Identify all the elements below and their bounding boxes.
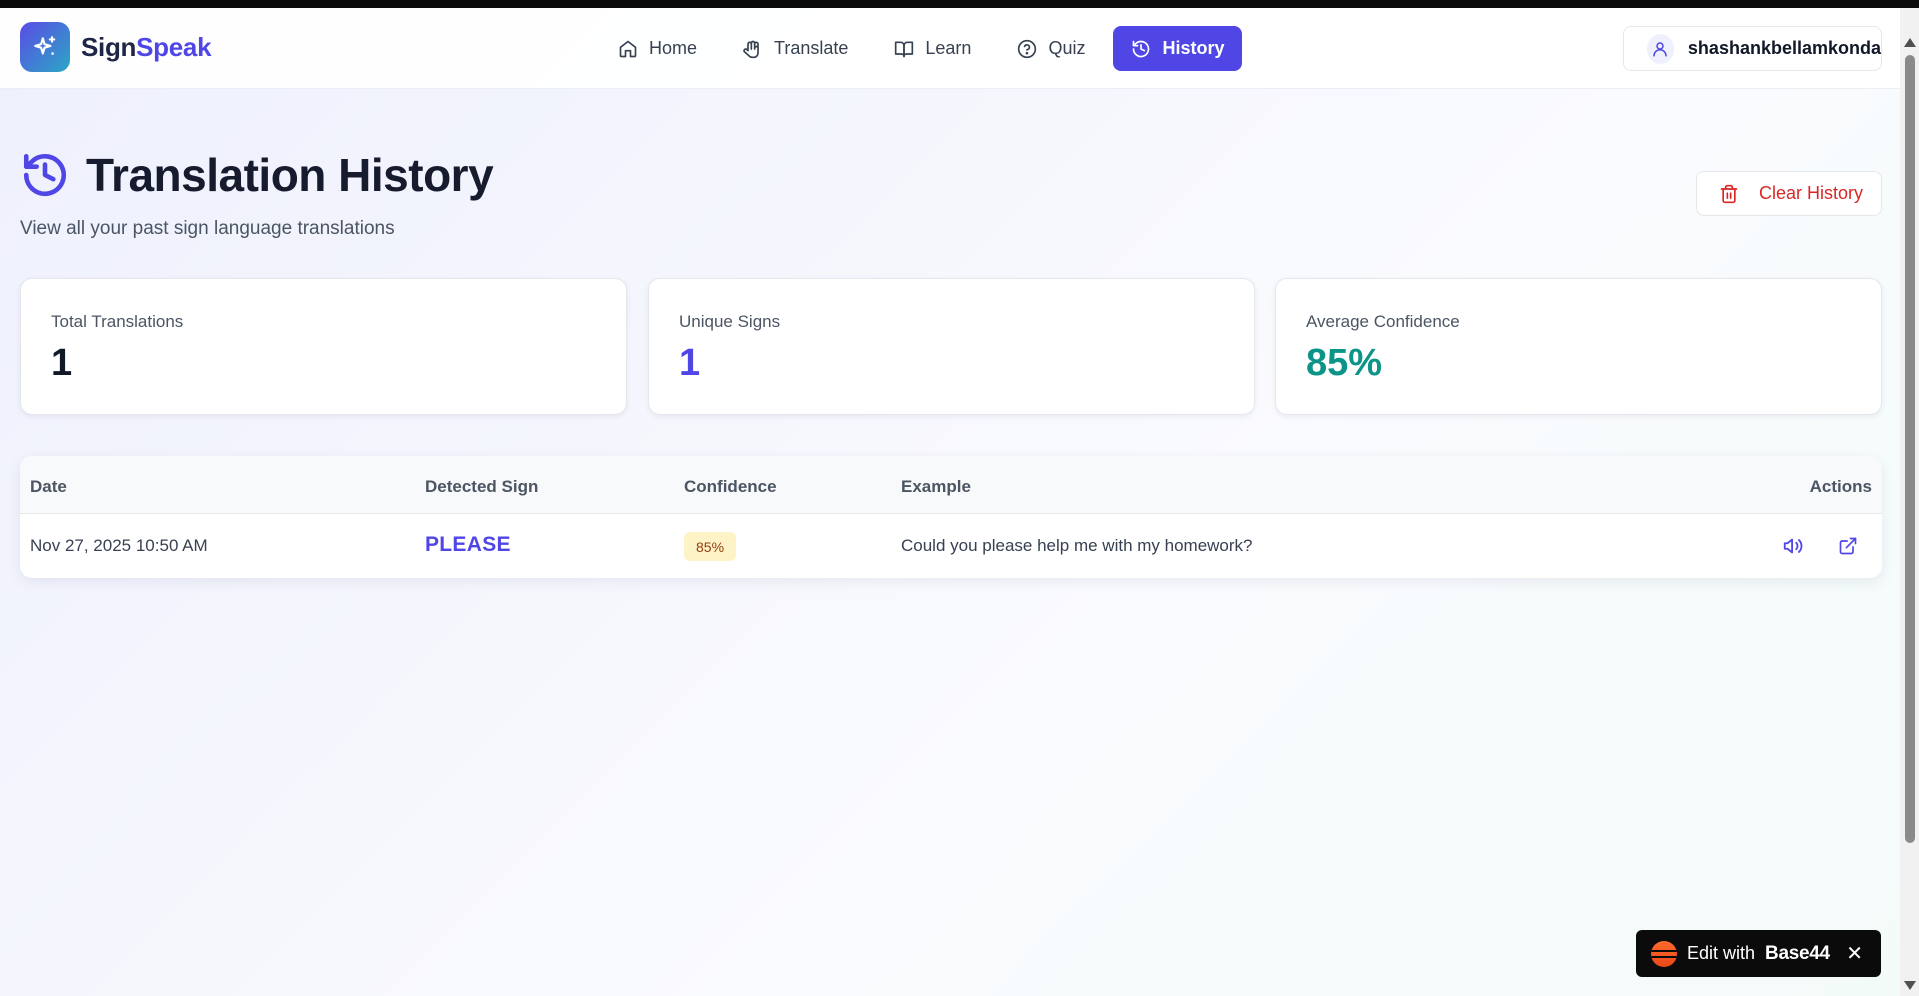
edit-brand-label: Base44 xyxy=(1765,942,1830,964)
stat-value: 1 xyxy=(679,342,701,384)
history-table: Date Detected Sign Confidence Example Ac… xyxy=(20,456,1882,578)
main-nav: Home Translate Learn Quiz History xyxy=(600,26,1243,71)
hand-icon xyxy=(743,40,759,58)
row-example: Could you please help me with my homewor… xyxy=(901,536,1253,555)
row-date: Nov 27, 2025 10:50 AM xyxy=(30,536,208,555)
clear-history-button[interactable]: Clear History xyxy=(1696,171,1882,216)
help-circle-icon xyxy=(1018,39,1037,58)
book-icon xyxy=(895,41,914,57)
edit-with-base44-widget[interactable]: Edit with Base44 ✕ xyxy=(1636,930,1881,977)
table-row: Nov 27, 2025 10:50 AM PLEASE 85% Could y… xyxy=(20,514,1882,578)
home-icon xyxy=(619,40,637,57)
browser-top-strip xyxy=(0,0,1919,8)
history-icon xyxy=(1133,40,1150,57)
nav-quiz[interactable]: Quiz xyxy=(999,26,1103,71)
column-header-confidence: Confidence xyxy=(684,477,777,496)
edit-with-label: Edit with xyxy=(1687,943,1756,963)
nav-translate-label: Translate xyxy=(774,38,849,58)
nav-history-label: History xyxy=(1162,38,1225,58)
stat-label: Total Translations xyxy=(51,312,184,331)
user-name: shashankbellamkonda xyxy=(1687,38,1881,58)
column-header-sign: Detected Sign xyxy=(425,477,539,496)
stat-label: Unique Signs xyxy=(679,312,781,331)
speaker-icon[interactable] xyxy=(1781,534,1805,558)
table-header: Date Detected Sign Confidence Example Ac… xyxy=(20,456,1882,514)
nav-home[interactable]: Home xyxy=(600,26,715,71)
stat-label: Average Confidence xyxy=(1306,312,1460,331)
base44-logo-icon xyxy=(1651,940,1677,967)
close-icon[interactable]: ✕ xyxy=(1846,941,1863,966)
top-navbar: SignSpeak Home Translate Learn Quiz Hist… xyxy=(0,8,1900,89)
nav-learn[interactable]: Learn xyxy=(876,26,989,71)
stat-value: 1 xyxy=(51,342,73,384)
vertical-scrollbar[interactable] xyxy=(1900,8,1919,996)
user-menu-button[interactable]: shashankbellamkonda xyxy=(1623,26,1882,71)
scroll-up-arrow-icon[interactable] xyxy=(1904,38,1916,47)
stat-card-unique-signs: Unique Signs 1 xyxy=(648,278,1255,415)
page-subtitle: View all your past sign language transla… xyxy=(20,218,395,239)
history-icon xyxy=(23,153,67,197)
page-viewport: SignSpeak Home Translate Learn Quiz Hist… xyxy=(0,8,1900,996)
column-header-actions: Actions xyxy=(1809,477,1872,496)
column-header-date: Date xyxy=(30,477,67,496)
nav-home-label: Home xyxy=(649,38,698,58)
brand-logo[interactable]: SignSpeak xyxy=(20,22,212,72)
sparkles-icon xyxy=(20,22,70,72)
column-header-example: Example xyxy=(901,477,971,496)
page-heading: Translation History View all your past s… xyxy=(20,148,494,240)
nav-quiz-label: Quiz xyxy=(1048,38,1086,58)
clear-history-label: Clear History xyxy=(1759,183,1864,203)
external-link-icon[interactable] xyxy=(1836,534,1860,558)
page-title: Translation History xyxy=(86,149,494,201)
user-icon xyxy=(1647,33,1674,64)
brand-name: SignSpeak xyxy=(81,31,212,62)
row-detected-sign: PLEASE xyxy=(425,533,511,556)
nav-learn-label: Learn xyxy=(925,38,972,58)
nav-history[interactable]: History xyxy=(1113,26,1243,71)
row-confidence-badge: 85% xyxy=(684,532,737,561)
stat-value: 85% xyxy=(1306,342,1383,384)
scroll-down-arrow-icon[interactable] xyxy=(1904,981,1916,990)
stat-card-average-confidence: Average Confidence 85% xyxy=(1275,278,1882,415)
trash-icon xyxy=(1720,184,1738,203)
nav-translate[interactable]: Translate xyxy=(725,26,866,71)
scroll-thumb[interactable] xyxy=(1905,55,1915,843)
stat-card-total-translations: Total Translations 1 xyxy=(20,278,627,415)
